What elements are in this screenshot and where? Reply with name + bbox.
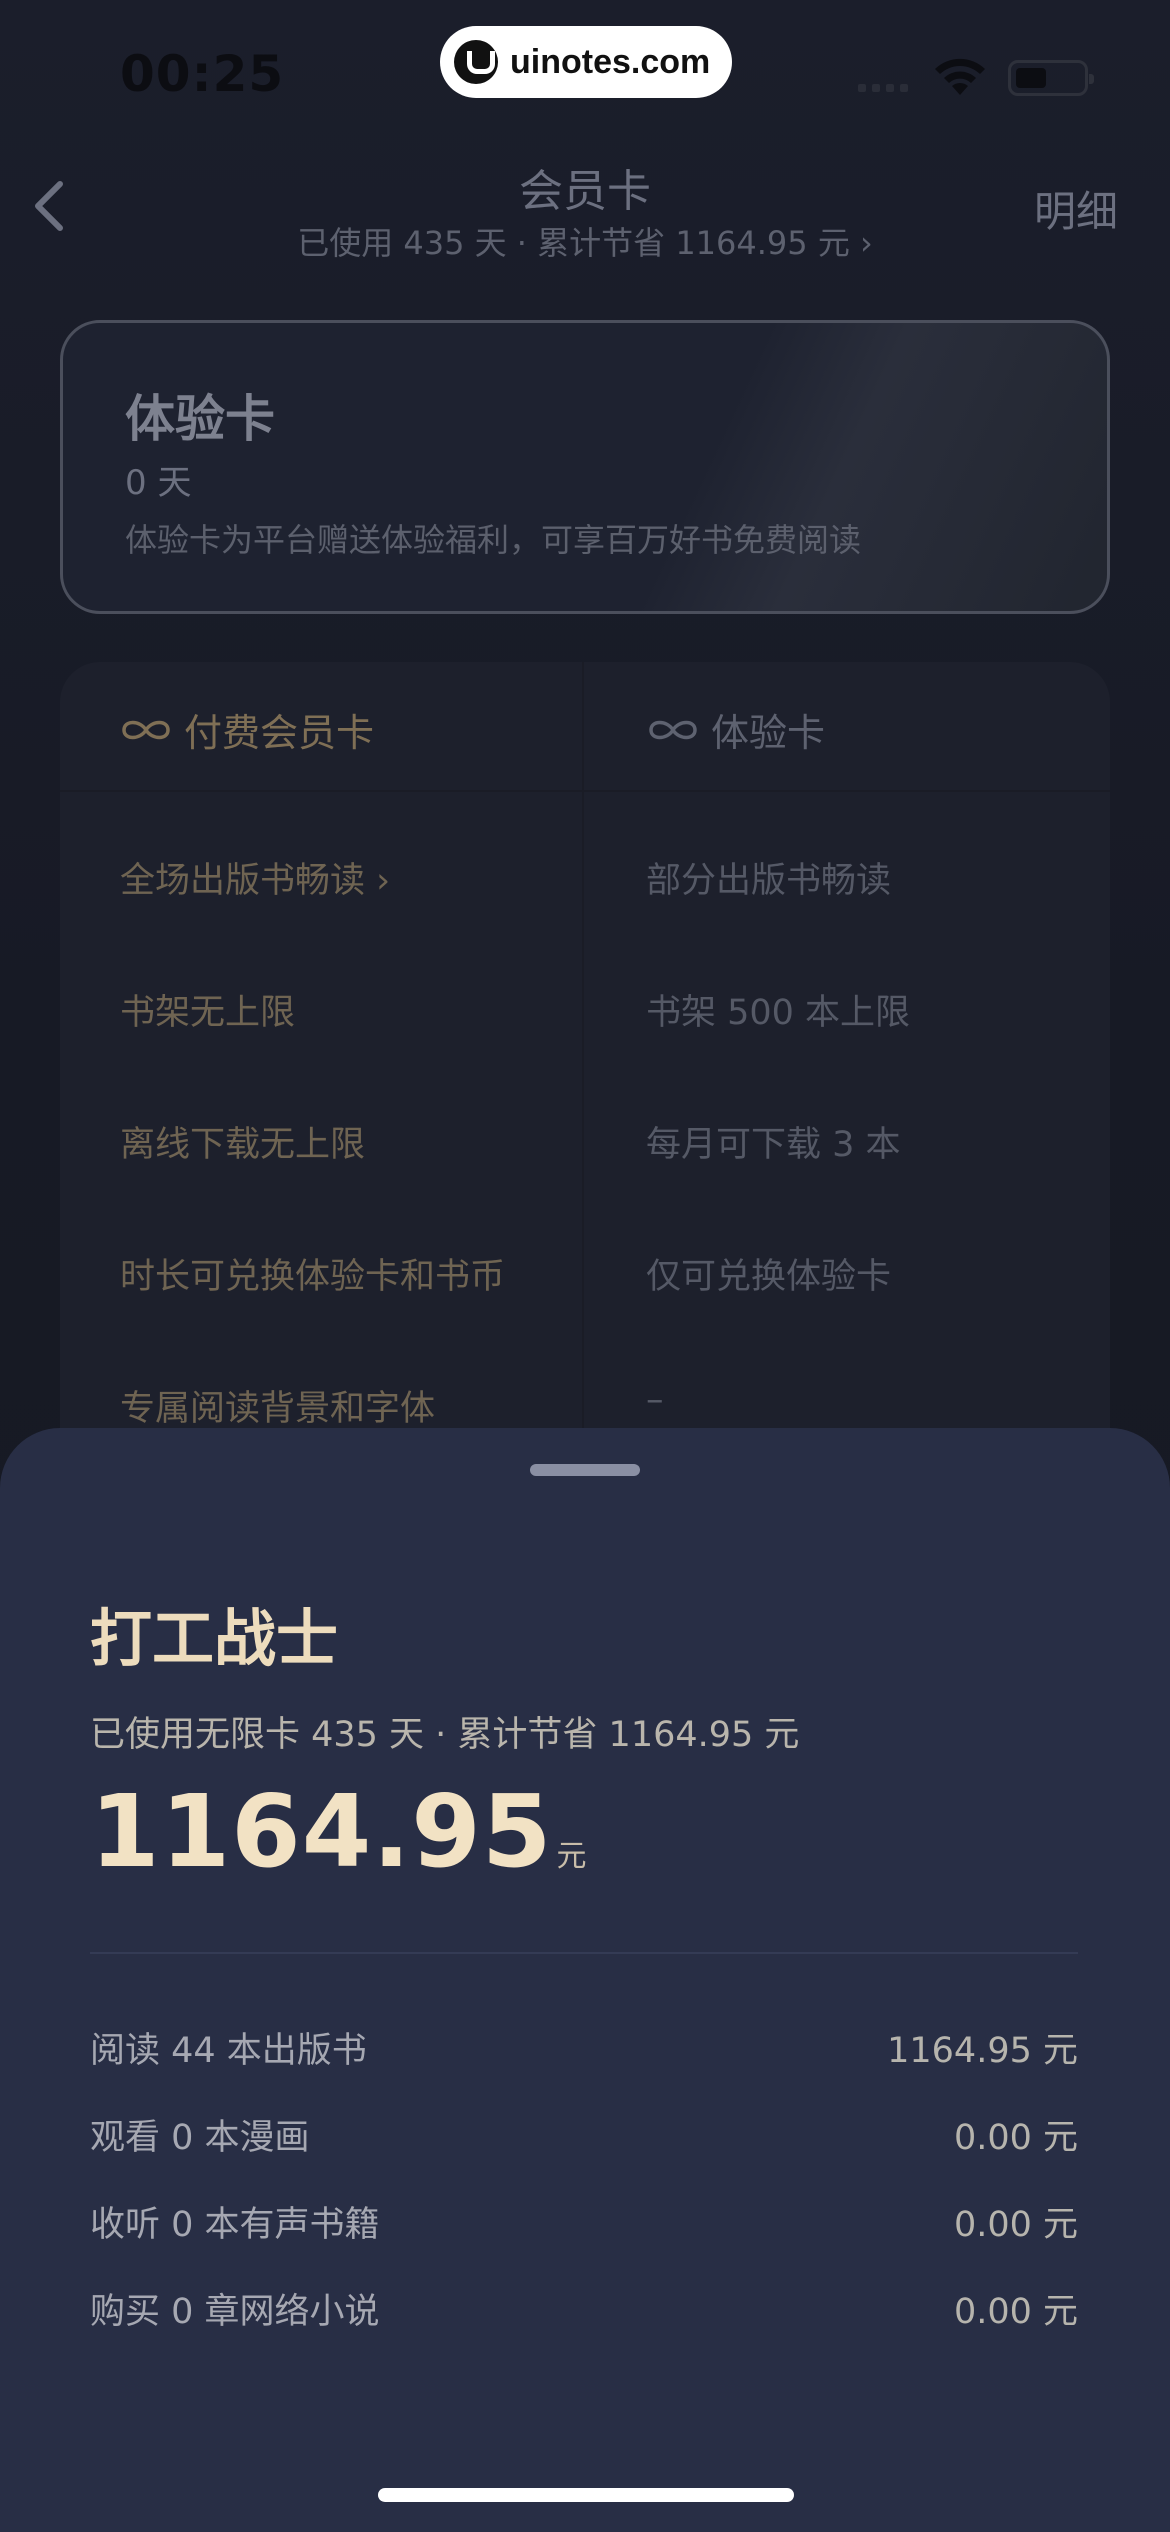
- stat-row: 购买 0 章网络小说 0.00 元: [90, 2283, 1078, 2333]
- trial-card-title: 体验卡: [125, 390, 275, 448]
- paid-benefit-background-font: 专属阅读背景和字体: [120, 1389, 436, 1429]
- stat-label: 阅读 44 本出版书: [90, 2031, 367, 2071]
- trial-benefit-partial-reading: 部分出版书畅读: [646, 861, 892, 901]
- stat-value: 0.00 元: [953, 2205, 1078, 2245]
- stat-value: 1164.95 元: [887, 2031, 1078, 2071]
- sheet-divider: [90, 1952, 1078, 1954]
- stat-row: 阅读 44 本出版书 1164.95 元: [90, 2022, 1078, 2072]
- total-savings-number: 1164.95: [90, 1773, 553, 1890]
- trial-benefit-exchange: 仅可兑换体验卡: [646, 1257, 892, 1297]
- page-title: 会员卡: [519, 166, 651, 217]
- paid-card-header: 付费会员卡: [118, 702, 374, 757]
- detail-button[interactable]: 明细: [1034, 178, 1118, 239]
- trial-card-description: 体验卡为平台赠送体验福利，可享百万好书免费阅读: [125, 521, 862, 559]
- stat-label: 观看 0 本漫画: [90, 2118, 310, 2158]
- header-divider: [60, 790, 1110, 792]
- trial-card-header: 体验卡: [645, 702, 825, 757]
- stat-value: 0.00 元: [953, 2118, 1078, 2158]
- benefits-comparison-table: 付费会员卡 体验卡 全场出版书畅读 › 部分出版书畅读 书架无上限 书架 500…: [60, 662, 1110, 1482]
- column-divider: [582, 662, 584, 1482]
- status-time: 00:25: [120, 45, 285, 103]
- sheet-summary: 已使用无限卡 435 天 · 累计节省 1164.95 元: [90, 1715, 800, 1755]
- sheet-title: 打工战士: [90, 1602, 339, 1675]
- stat-label: 购买 0 章网络小说: [90, 2292, 380, 2332]
- watermark-logo-icon: [454, 40, 498, 84]
- savings-bottom-sheet: 打工战士 已使用无限卡 435 天 · 累计节省 1164.95 元 1164.…: [0, 1428, 1170, 2532]
- status-bar: 00:25 uinotes.com: [0, 0, 1170, 150]
- watermark-text: uinotes.com: [510, 42, 711, 81]
- paid-benefit-exchange: 时长可兑换体验卡和书币: [120, 1257, 506, 1297]
- trial-benefit-download: 每月可下载 3 本: [646, 1125, 901, 1165]
- trial-card-header-label: 体验卡: [711, 711, 826, 755]
- total-savings-amount: 1164.95 元: [90, 1773, 586, 1890]
- usage-summary-link[interactable]: 已使用 435 天 · 累计节省 1164.95 元 ›: [0, 218, 1170, 264]
- trial-card[interactable]: 体验卡 0 天 体验卡为平台赠送体验福利，可享百万好书免费阅读: [60, 320, 1110, 614]
- infinity-icon: [649, 720, 697, 739]
- paid-benefit-full-reading-link[interactable]: 全场出版书畅读 ›: [120, 852, 390, 903]
- watermark-badge: uinotes.com: [440, 26, 732, 98]
- paid-benefit-shelf: 书架无上限: [120, 993, 296, 1033]
- cellular-signal-icon: [858, 84, 908, 92]
- infinity-icon: [122, 720, 170, 739]
- home-indicator: [378, 2488, 794, 2502]
- total-savings-unit: 元: [556, 1839, 587, 1874]
- stat-row: 观看 0 本漫画 0.00 元: [90, 2109, 1078, 2159]
- paid-benefit-download: 离线下载无上限: [120, 1125, 366, 1165]
- sheet-drag-handle[interactable]: [530, 1464, 640, 1476]
- battery-icon: [1008, 60, 1094, 96]
- wifi-icon: [935, 58, 985, 95]
- trial-benefit-background-font: –: [646, 1380, 664, 1420]
- stat-value: 0.00 元: [953, 2292, 1078, 2332]
- trial-card-days: 0 天: [125, 463, 192, 503]
- trial-benefit-shelf: 书架 500 本上限: [646, 993, 911, 1033]
- paid-card-header-label: 付费会员卡: [184, 711, 375, 755]
- stat-label: 收听 0 本有声书籍: [90, 2205, 380, 2245]
- stat-row: 收听 0 本有声书籍 0.00 元: [90, 2196, 1078, 2246]
